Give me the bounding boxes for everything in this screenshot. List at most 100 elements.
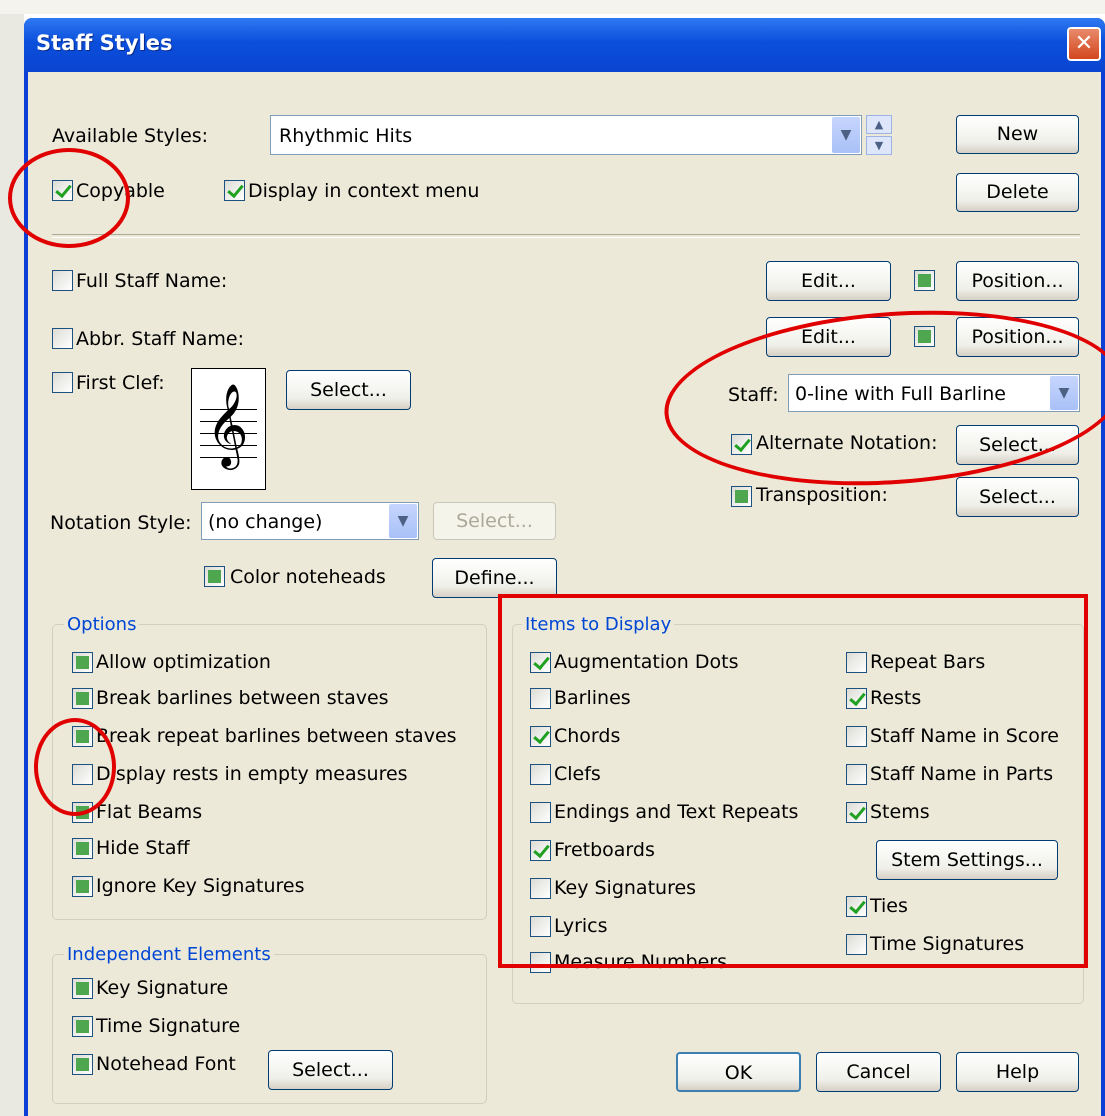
spin-down-icon[interactable]: ▼ (866, 136, 892, 155)
independent-element-checkbox-1[interactable] (72, 1016, 93, 1037)
staff-label: Staff: (728, 384, 779, 406)
display-item-left-label-2: Chords (554, 725, 621, 747)
display-item-left-label-1: Barlines (554, 687, 631, 709)
close-button[interactable]: ✕ (1067, 27, 1101, 61)
display-item-left-checkbox-7[interactable] (530, 916, 551, 937)
abbr-staff-edit-button[interactable]: Edit... (766, 317, 891, 357)
notehead-font-select-button[interactable]: Select... (268, 1050, 393, 1090)
display-item-right-checkbox-2[interactable] (846, 726, 867, 747)
display-item-right-checkbox-4[interactable] (846, 802, 867, 823)
option-checkbox-3[interactable] (72, 764, 93, 785)
display-item-left-checkbox-6[interactable] (530, 878, 551, 899)
notation-style-value: (no change) (208, 511, 323, 533)
chevron-down-icon[interactable]: ▼ (1050, 376, 1078, 410)
display-item-left-checkbox-2[interactable] (530, 726, 551, 747)
cancel-button[interactable]: Cancel (816, 1052, 941, 1092)
display-item-left-label-3: Clefs (554, 763, 601, 785)
option-checkbox-1[interactable] (72, 688, 93, 709)
abbr-staff-position-button[interactable]: Position... (956, 317, 1079, 357)
display-item-left-label-8: Measure Numbers (554, 951, 728, 973)
stem-settings-button[interactable]: Stem Settings... (876, 840, 1058, 880)
full-staff-position-checkbox[interactable] (914, 270, 935, 291)
option-label-3: Display rests in empty measures (96, 763, 408, 785)
display-item-left-label-5: Fretboards (554, 839, 655, 861)
color-noteheads-label: Color noteheads (230, 566, 386, 588)
display-item-right-checkbox-1[interactable] (846, 688, 867, 709)
display-item-left-checkbox-0[interactable] (530, 652, 551, 673)
new-button[interactable]: New (956, 115, 1079, 154)
chevron-down-icon[interactable]: ▼ (389, 504, 417, 538)
transposition-select-button[interactable]: Select... (956, 477, 1079, 517)
notation-style-select-button[interactable]: Select... (433, 502, 556, 540)
staff-value: 0-line with Full Barline (795, 383, 1006, 405)
full-staff-edit-button[interactable]: Edit... (766, 261, 891, 301)
independent-element-label-0: Key Signature (96, 977, 229, 999)
notation-style-combo[interactable]: (no change) ▼ (201, 502, 419, 540)
abbr-staff-name-checkbox[interactable] (52, 328, 73, 349)
display-context-menu-checkbox[interactable] (224, 180, 245, 201)
display-item-right-label-6: Time Signatures (870, 933, 1025, 955)
color-noteheads-checkbox[interactable] (204, 566, 225, 587)
transposition-label: Transposition: (756, 484, 888, 506)
close-icon: ✕ (1074, 31, 1094, 56)
alternate-notation-select-button[interactable]: Select... (956, 425, 1079, 465)
display-item-left-checkbox-3[interactable] (530, 764, 551, 785)
full-staff-position-button[interactable]: Position... (956, 261, 1079, 301)
display-item-left-label-4: Endings and Text Repeats (554, 801, 799, 823)
independent-element-checkbox-0[interactable] (72, 978, 93, 999)
options-group-title: Options (64, 614, 140, 635)
title-bar[interactable]: Staff Styles ✕ (24, 18, 1105, 72)
staff-combo[interactable]: 0-line with Full Barline ▼ (788, 374, 1080, 412)
background-window-top (0, 0, 1105, 14)
display-item-left-label-0: Augmentation Dots (554, 651, 739, 673)
separator (52, 234, 1080, 238)
option-checkbox-0[interactable] (72, 652, 93, 673)
display-item-left-checkbox-4[interactable] (530, 802, 551, 823)
option-checkbox-5[interactable] (72, 838, 93, 859)
treble-clef-icon: 𝄞 (206, 382, 249, 466)
style-spinner[interactable]: ▲ ▼ (866, 115, 892, 155)
display-item-right-label-5: Ties (870, 895, 908, 917)
notation-style-label: Notation Style: (50, 512, 192, 534)
option-checkbox-4[interactable] (72, 802, 93, 823)
items-to-display-title: Items to Display (522, 614, 675, 635)
chevron-down-icon[interactable]: ▼ (832, 117, 860, 153)
option-label-4: Flat Beams (96, 801, 203, 823)
option-label-5: Hide Staff (96, 837, 190, 859)
display-item-left-checkbox-1[interactable] (530, 688, 551, 709)
alternate-notation-checkbox[interactable] (731, 434, 752, 455)
available-styles-combo[interactable]: Rhythmic Hits ▼ (270, 115, 862, 155)
option-label-0: Allow optimization (96, 651, 271, 673)
copyable-checkbox[interactable] (52, 180, 73, 201)
display-context-menu-label: Display in context menu (248, 180, 480, 202)
independent-elements-title: Independent Elements (64, 944, 274, 965)
transposition-checkbox[interactable] (731, 486, 752, 507)
full-staff-name-checkbox[interactable] (52, 270, 73, 291)
background-window-strip (0, 0, 24, 1116)
option-checkbox-2[interactable] (72, 726, 93, 747)
display-item-right-label-0: Repeat Bars (870, 651, 986, 673)
display-item-right-checkbox-0[interactable] (846, 652, 867, 673)
abbr-staff-position-checkbox[interactable] (914, 326, 935, 347)
first-clef-select-button[interactable]: Select... (286, 370, 411, 410)
independent-element-checkbox-2[interactable] (72, 1054, 93, 1075)
display-item-right-checkbox-6[interactable] (846, 934, 867, 955)
independent-element-label-2: Notehead Font (96, 1053, 236, 1075)
alternate-notation-label: Alternate Notation: (756, 432, 938, 454)
spin-up-icon[interactable]: ▲ (866, 115, 892, 134)
help-button[interactable]: Help (956, 1052, 1079, 1092)
option-label-2: Break repeat barlines between staves (96, 725, 457, 747)
first-clef-checkbox[interactable] (52, 372, 73, 393)
display-item-right-checkbox-3[interactable] (846, 764, 867, 785)
delete-button[interactable]: Delete (956, 173, 1079, 212)
display-item-right-label-4: Stems (870, 801, 930, 823)
define-button[interactable]: Define... (432, 558, 557, 598)
ok-button[interactable]: OK (676, 1052, 801, 1092)
option-checkbox-6[interactable] (72, 876, 93, 897)
dialog-body: Available Styles: Rhythmic Hits ▼ ▲ ▼ Ne… (28, 72, 1101, 1116)
display-item-right-label-1: Rests (870, 687, 922, 709)
display-item-left-checkbox-5[interactable] (530, 840, 551, 861)
display-item-right-checkbox-5[interactable] (846, 896, 867, 917)
first-clef-label: First Clef: (76, 372, 165, 394)
display-item-left-checkbox-8[interactable] (530, 952, 551, 973)
